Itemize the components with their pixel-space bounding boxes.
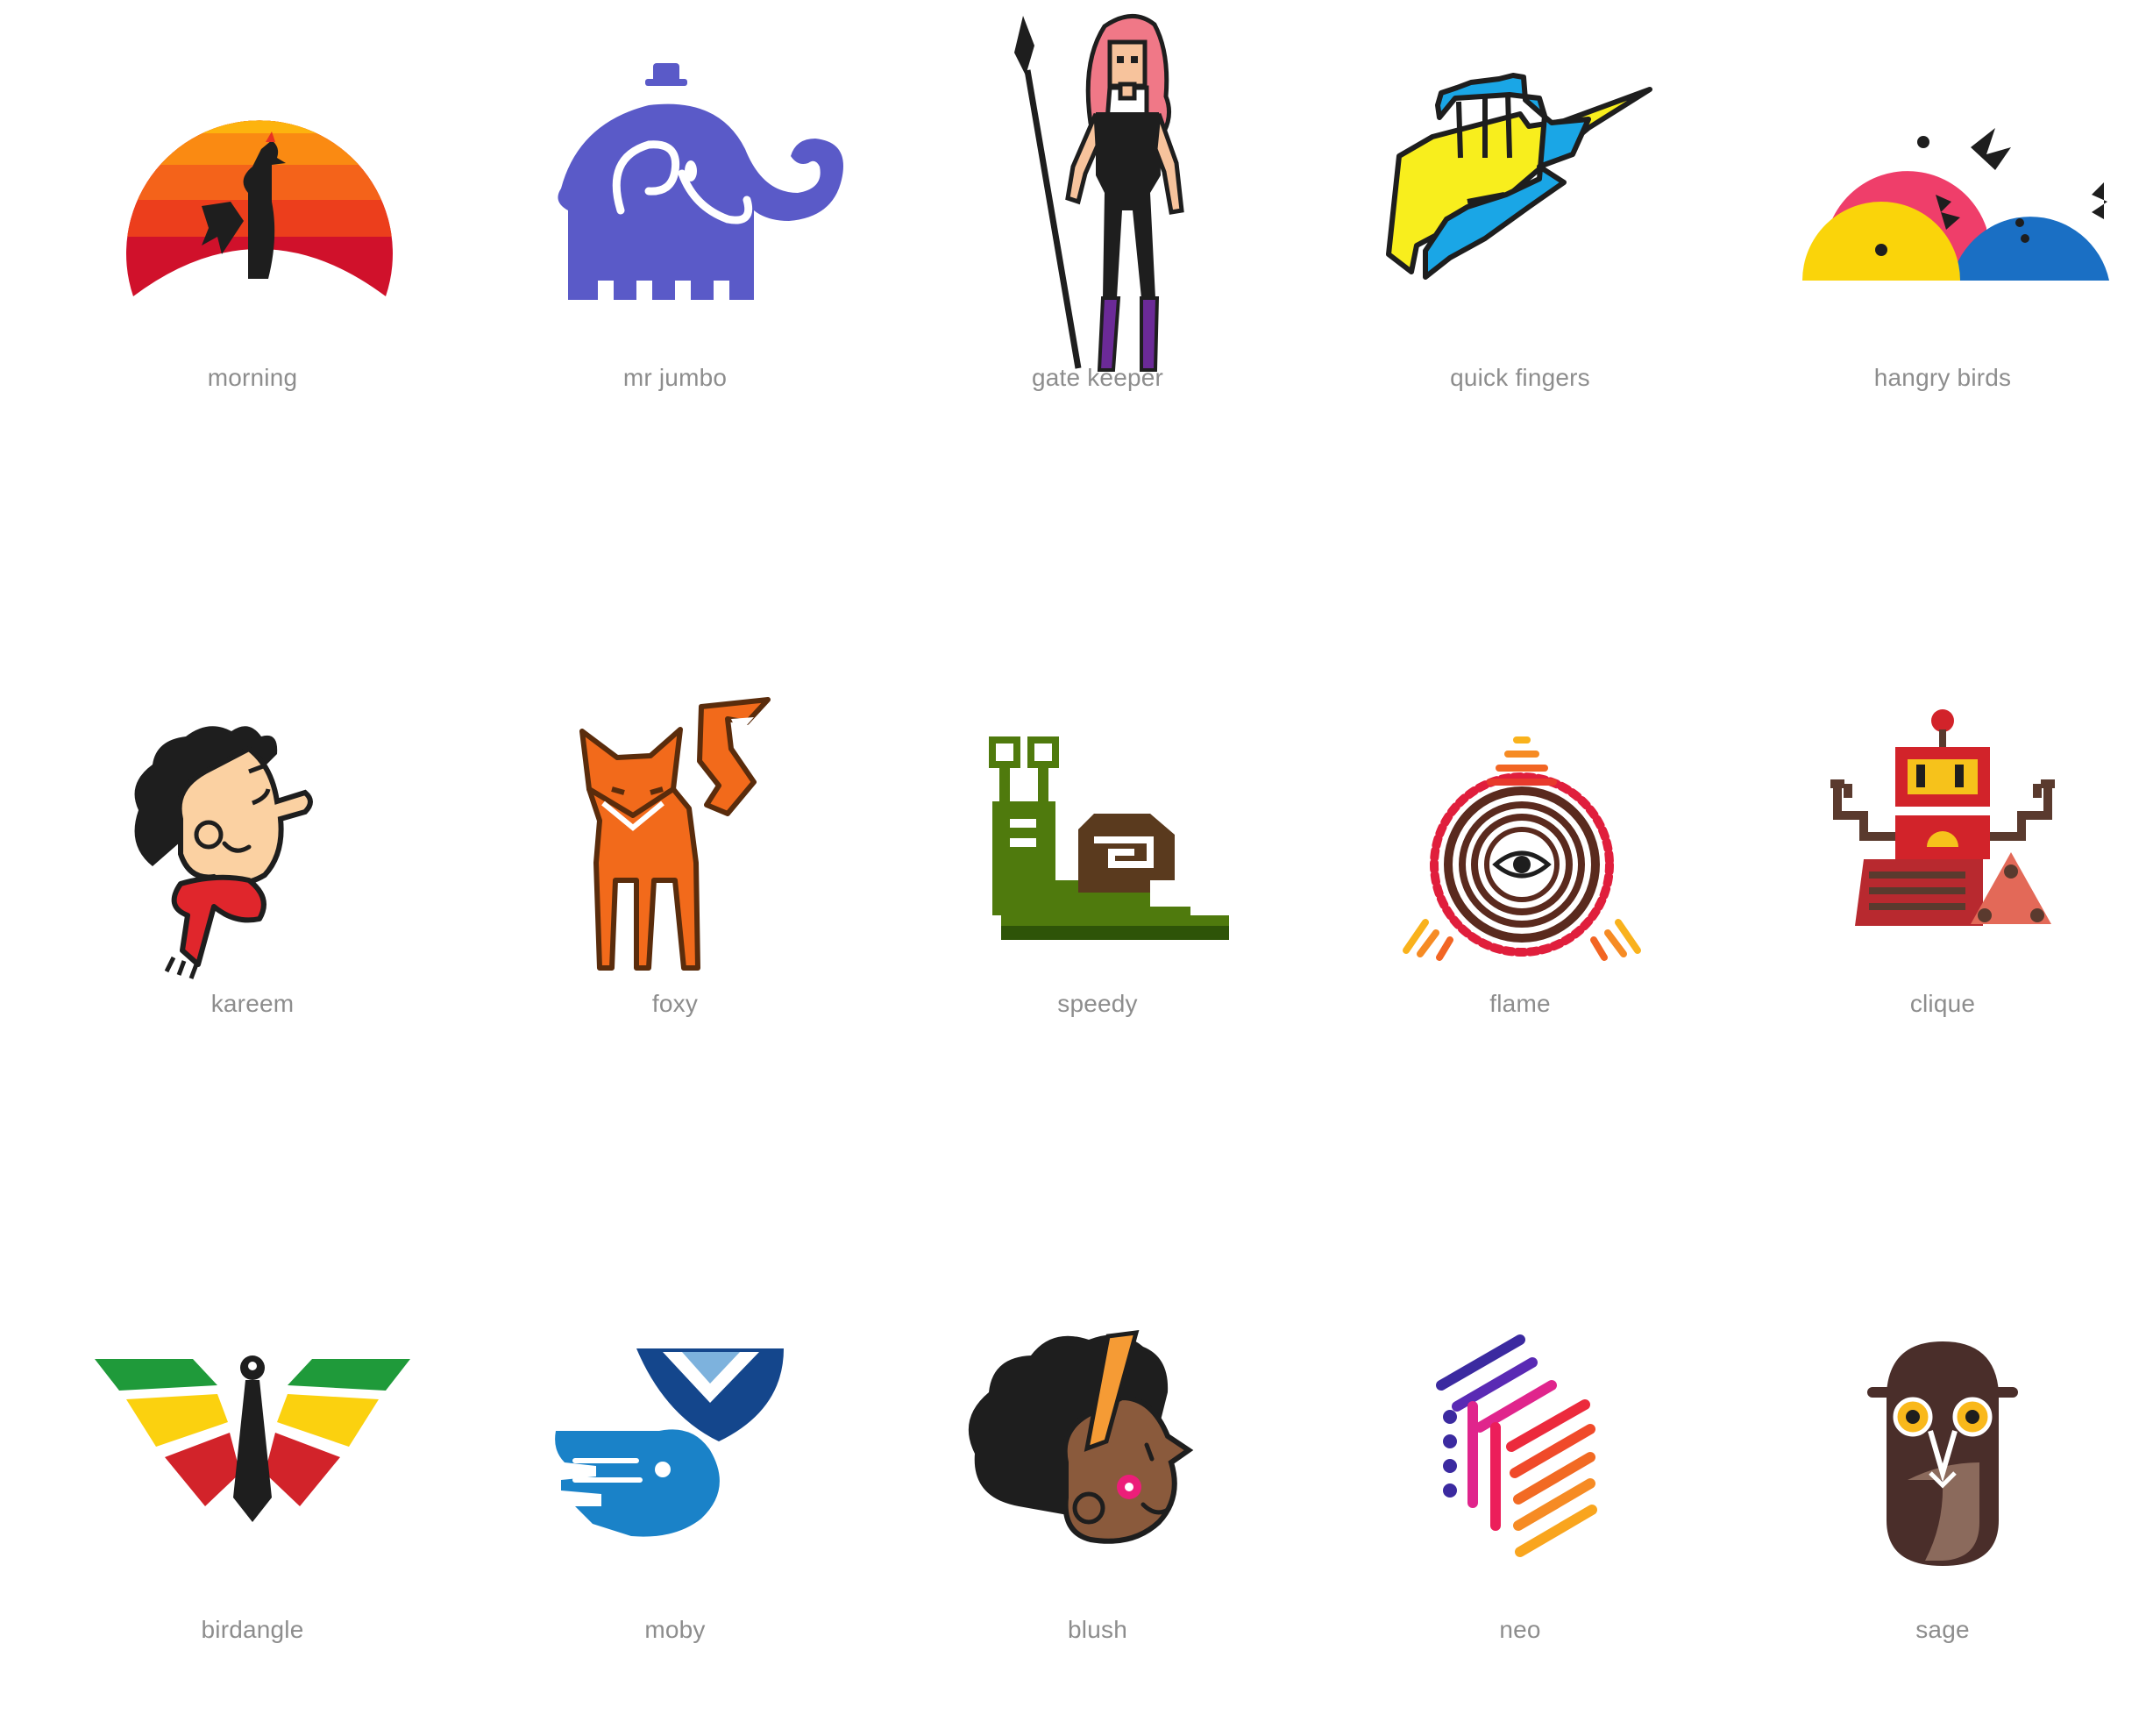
logo-label: birdangle (201, 1616, 304, 1643)
logo-label: quick fingers (1450, 364, 1590, 391)
logo-card-quick-fingers[interactable]: quick fingers (1310, 0, 1730, 482)
logo-label: neo (1499, 1616, 1541, 1643)
logo-label: mr jumbo (622, 364, 728, 391)
logo-label: sage (1915, 1616, 1970, 1643)
logo-card-moby[interactable]: moby (465, 1243, 885, 1734)
logo-label: speedy (1057, 990, 1138, 1017)
three-birds-icon (1802, 128, 2109, 281)
logo-card-birdangle[interactable]: birdangle (42, 1243, 463, 1734)
fist-lightning-icon (1386, 73, 1652, 280)
elephant-icon (558, 63, 843, 300)
fox-icon (579, 697, 771, 971)
logo-label: flame (1489, 990, 1551, 1017)
boy-scarf-icon (134, 726, 313, 979)
logo-card-morning[interactable]: morning (42, 0, 463, 482)
logo-label: blush (1068, 1616, 1127, 1643)
snail-icon (989, 736, 1229, 940)
owl-icon (1867, 1341, 2018, 1566)
logo-card-speedy[interactable]: speedy (887, 617, 1308, 1108)
logo-label: gate keeper (1031, 364, 1164, 391)
logo-card-blush[interactable]: blush (887, 1243, 1308, 1734)
hexagon-lines-icon (1436, 1334, 1597, 1557)
logo-gallery: morning mr jumbo gate keeper quick finge… (0, 0, 2146, 1736)
logo-card-neo[interactable]: neo (1310, 1243, 1730, 1734)
eye-triangle-icon (1403, 736, 1641, 961)
logo-label: kareem (210, 990, 295, 1017)
logo-label: foxy (651, 990, 699, 1017)
whale-icon (555, 1348, 784, 1537)
logo-label: morning (207, 364, 298, 391)
logo-card-gate-keeper[interactable]: gate keeper (887, 0, 1308, 482)
logo-card-mr-jumbo[interactable]: mr jumbo (465, 0, 885, 482)
logo-card-kareem[interactable]: kareem (42, 617, 463, 1108)
bird-tie-icon (95, 1355, 410, 1522)
logo-label: clique (1909, 990, 1976, 1017)
logo-card-clique[interactable]: clique (1732, 617, 2146, 1108)
logo-card-flame[interactable]: flame (1310, 617, 1730, 1108)
logo-card-foxy[interactable]: foxy (465, 617, 885, 1108)
robot-icon (1830, 709, 2055, 926)
warrior-woman-icon (1014, 14, 1184, 372)
logo-label: moby (644, 1616, 706, 1643)
rooster-sunrise-icon (125, 120, 393, 296)
logo-label: hangry birds (1873, 364, 2012, 391)
logo-card-hangry-birds[interactable]: hangry birds (1732, 0, 2146, 482)
girl-profile-icon (968, 1330, 1194, 1544)
logo-card-sage[interactable]: sage (1732, 1243, 2146, 1734)
